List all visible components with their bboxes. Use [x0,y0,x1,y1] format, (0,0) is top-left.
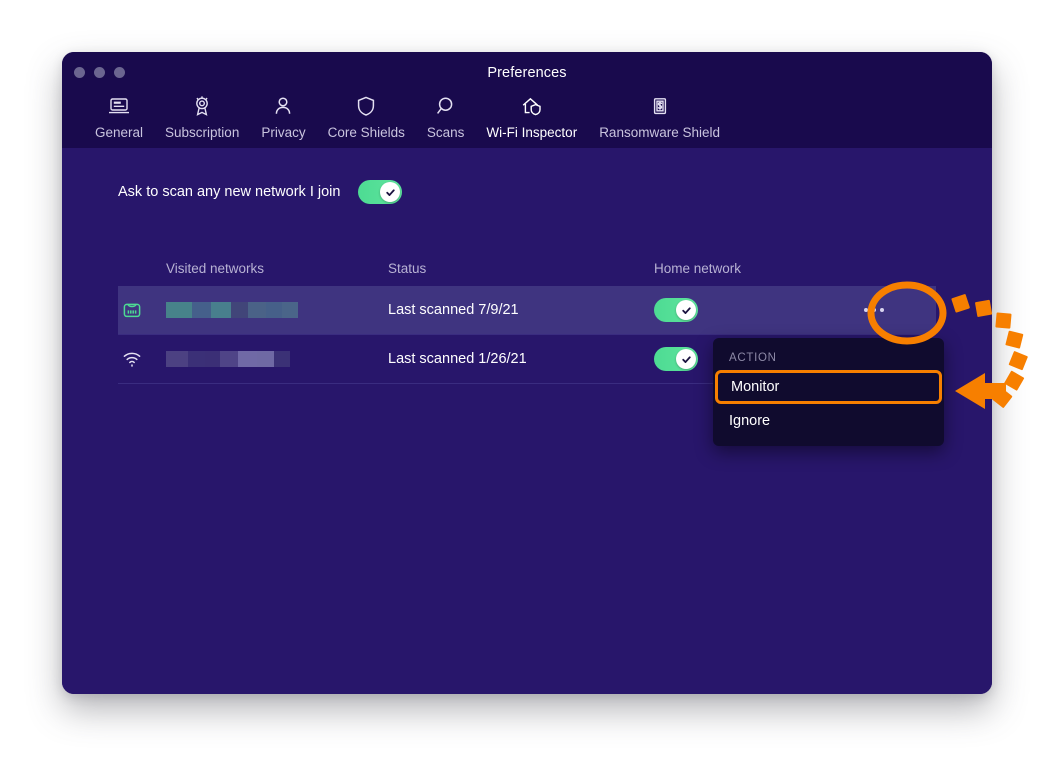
tab-ransomware-shield-label: Ransomware Shield [599,125,720,140]
tab-general[interactable]: General [84,92,154,148]
window-title: Preferences [487,65,567,81]
ask-to-scan-row: Ask to scan any new network I join [118,180,403,204]
redaction-block [166,302,192,318]
house-shield-icon [519,92,545,120]
redaction-block [266,302,282,318]
window-title-bar: Preferences General Subscription Privacy… [62,52,992,152]
row-status-text: Last scanned 1/26/21 [388,351,527,367]
menu-item-monitor[interactable]: Monitor [715,370,942,404]
row-action-cell[interactable] [814,308,934,312]
tab-privacy[interactable]: Privacy [250,92,316,148]
document-dollar-icon [648,92,672,120]
redaction-block [166,351,188,367]
ask-to-scan-label: Ask to scan any new network I join [118,184,341,200]
header-visited-networks: Visited networks [166,260,265,276]
tab-general-label: General [95,125,144,140]
shield-icon [354,92,378,120]
redaction-block [282,302,298,318]
magnifier-icon [434,92,458,120]
redaction-block [248,302,266,318]
row-status-text: Last scanned 7/9/21 [388,302,519,318]
header-status: Status [388,260,427,276]
laptop-icon [107,92,131,120]
ellipsis-icon[interactable] [864,308,884,312]
redaction-block [192,302,211,318]
screenshot-canvas: Preferences General Subscription Privacy… [0,0,1059,757]
redaction-block [220,351,238,367]
preferences-tab-bar[interactable]: General Subscription Privacy Core Shield… [62,92,992,152]
tab-wifi-inspector-label: Wi-Fi Inspector [486,125,578,140]
redaction-block [211,302,231,318]
person-icon [271,92,295,120]
home-network-cell [654,298,814,322]
router-icon [118,299,166,321]
header-home-network: Home network [654,260,742,276]
home-network-toggle[interactable] [654,298,698,322]
redaction-block [188,351,205,367]
toggle-knob [676,300,696,320]
redaction-block [205,351,220,367]
home-network-toggle[interactable] [654,347,698,371]
tab-scans-label: Scans [426,125,465,140]
row-status: Last scanned 1/26/21 [388,350,654,368]
table-row[interactable]: Last scanned 7/9/21 [118,286,936,335]
tab-subscription[interactable]: Subscription [154,92,250,148]
table-header-row: Visited networks Status Home network [118,250,936,286]
tab-core-shields-label: Core Shields [327,125,405,140]
toggle-knob [380,182,401,202]
action-dropdown-menu[interactable]: ACTION Monitor Ignore [713,338,944,446]
ask-to-scan-toggle[interactable] [358,180,403,204]
menu-item-ignore[interactable]: Ignore [713,404,944,438]
ribbon-award-icon [190,92,214,120]
tab-subscription-label: Subscription [165,125,240,140]
network-name-redacted [166,302,298,318]
redaction-block [257,351,274,367]
toggle-knob [676,349,696,369]
redaction-block [231,302,248,318]
tab-core-shields[interactable]: Core Shields [317,92,416,148]
network-name-redacted [166,351,290,367]
tab-scans[interactable]: Scans [416,92,476,148]
tab-wifi-inspector[interactable]: Wi-Fi Inspector [475,92,588,152]
redaction-block [274,351,290,367]
redaction-block [238,351,257,367]
row-status: Last scanned 7/9/21 [388,301,654,319]
action-menu-header: ACTION [729,352,777,364]
tab-ransomware-shield[interactable]: Ransomware Shield [588,92,731,148]
wifi-icon [118,348,166,370]
tab-privacy-label: Privacy [261,125,306,140]
